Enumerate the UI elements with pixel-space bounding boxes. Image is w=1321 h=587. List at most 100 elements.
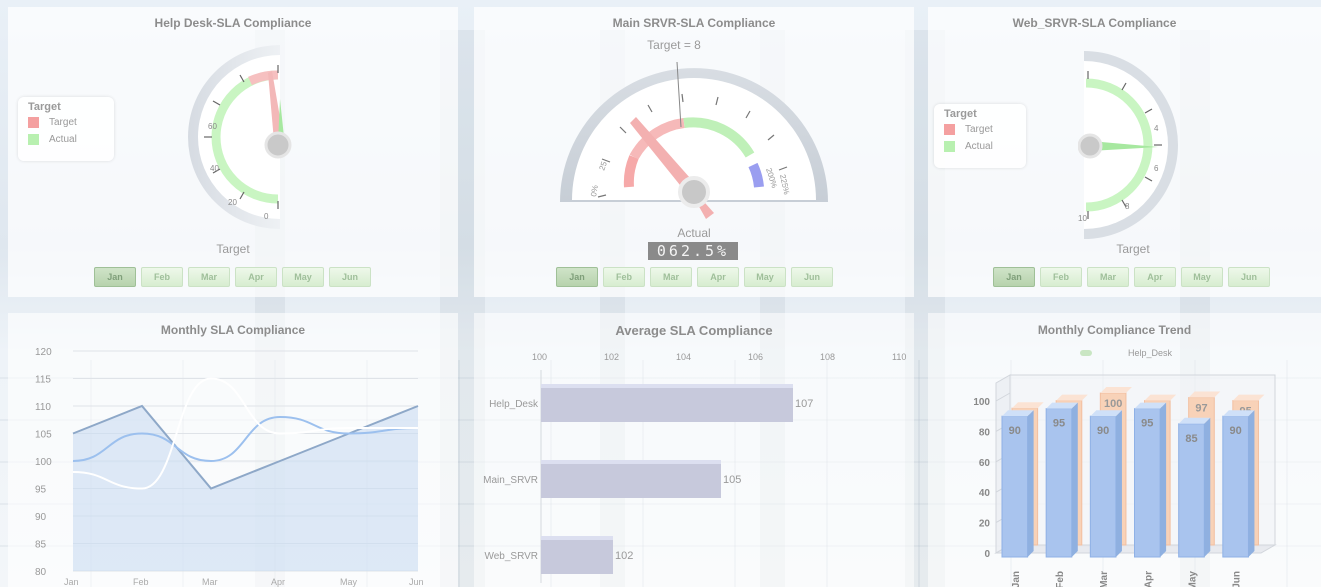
data-label: 102 <box>615 550 633 562</box>
month-button-may[interactable]: May <box>744 267 786 287</box>
x-tick-label: May <box>340 577 358 587</box>
x-tick-label: Feb <box>1055 571 1066 587</box>
y-tick-label: 110 <box>35 402 51 413</box>
bar <box>1045 408 1073 558</box>
month-button-mar[interactable]: Mar <box>1087 267 1129 287</box>
x-tick-label: 106 <box>748 352 763 362</box>
bar-side <box>1115 410 1122 557</box>
data-label: 95 <box>1141 418 1153 430</box>
y-tick-label: 95 <box>35 485 47 496</box>
help-desk-title: Help Desk-SLA Compliance <box>154 16 312 30</box>
month-button-jun[interactable]: Jun <box>329 267 371 287</box>
help-desk-caption: Target <box>216 242 250 256</box>
bar-side <box>1160 402 1167 557</box>
compliance-trend-panel: Monthly Compliance Trend Help_Desk 0 20 40… <box>928 313 1321 587</box>
bar-side <box>1027 410 1034 557</box>
month-button-feb[interactable]: Feb <box>1040 267 1082 287</box>
main-srvr-gauge-panel: Main SRVR-SLA Compliance Target = 8 0% 2… <box>474 7 914 297</box>
legend-item-actual: Actual <box>944 141 1016 152</box>
y-tick-label: 80 <box>35 567 47 578</box>
data-label: 105 <box>723 474 741 486</box>
month-button-jan[interactable]: Jan <box>94 267 136 287</box>
y-tick-label: 90 <box>35 512 47 523</box>
legend-item-actual: Actual <box>28 134 104 145</box>
average-sla-bar-chart: 100 102 104 106 108 110 Help_Desk 107 Main_SRVR 1… <box>483 352 906 583</box>
bar <box>1089 415 1117 558</box>
help-desk-month-selector: Jan Feb Mar Apr May Jun <box>94 267 371 287</box>
x-tick-label: Apr <box>1143 571 1154 587</box>
bar-side <box>1248 410 1255 557</box>
y-tick-label: 40 <box>979 488 991 499</box>
y-tick-label: 20 <box>979 519 991 530</box>
legend-title: Target <box>28 101 61 113</box>
data-label: 100 <box>1104 398 1122 410</box>
gauge-label: 8 <box>1125 202 1130 211</box>
data-label: 90 <box>1009 425 1021 437</box>
web-srvr-gauge-panel: Web_SRVR-SLA Compliance Target Target Ac… <box>928 7 1321 297</box>
month-button-mar[interactable]: Mar <box>188 267 230 287</box>
category-label: Help_Desk <box>489 399 539 410</box>
x-tick-label: Jun <box>1232 571 1243 587</box>
data-label: 85 <box>1185 433 1197 445</box>
gauge-label: 6 <box>1154 164 1159 173</box>
month-button-apr[interactable]: Apr <box>697 267 739 287</box>
y-tick-label: 100 <box>973 397 990 408</box>
x-tick-label: 104 <box>676 352 691 362</box>
data-label: 90 <box>1097 425 1109 437</box>
bar-highlight <box>541 536 613 540</box>
x-tick-label: May <box>1187 571 1198 587</box>
month-button-jan[interactable]: Jan <box>556 267 598 287</box>
help-desk-gauge: 0 20 40 60 <box>188 45 292 229</box>
x-tick-label: Feb <box>133 577 149 587</box>
gauge-label: 20 <box>228 198 237 207</box>
x-tick-label: Mar <box>1099 571 1110 587</box>
web-srvr-gauge: 10 8 6 4 <box>1078 51 1178 239</box>
month-button-jun[interactable]: Jun <box>791 267 833 287</box>
month-button-mar[interactable]: Mar <box>650 267 692 287</box>
y-tick-label: 85 <box>35 540 47 551</box>
category-label: Main_SRVR <box>483 475 538 486</box>
web-srvr-title: Web_SRVR-SLA Compliance <box>1012 16 1177 30</box>
y-tick-label: 80 <box>979 427 991 438</box>
web-srvr-legend: Target Target Actual <box>934 104 1026 168</box>
x-tick-label: Jan <box>1011 571 1022 587</box>
x-tick-label: 102 <box>604 352 619 362</box>
month-button-may[interactable]: May <box>282 267 324 287</box>
legend-item-target: Target <box>28 117 104 128</box>
gauge-label: 40 <box>210 164 219 173</box>
y-tick-label: 115 <box>35 375 51 386</box>
bar-side <box>1071 402 1078 557</box>
month-button-feb[interactable]: Feb <box>141 267 183 287</box>
gauge-label: 60 <box>208 122 217 131</box>
series-area <box>73 406 418 571</box>
main-srvr-readout: 062.5% <box>648 242 738 260</box>
month-button-apr[interactable]: Apr <box>1134 267 1176 287</box>
help-desk-legend: Target Target Actual <box>18 97 114 161</box>
main-srvr-title: Main SRVR-SLA Compliance <box>612 16 776 30</box>
month-button-apr[interactable]: Apr <box>235 267 277 287</box>
data-label: 90 <box>1230 425 1242 437</box>
gauge-label: 0 <box>264 212 269 221</box>
month-button-jun[interactable]: Jun <box>1228 267 1270 287</box>
average-sla-panel: Average SLA Compliance 100 102 104 106 108 11… <box>474 313 914 587</box>
month-button-feb[interactable]: Feb <box>603 267 645 287</box>
gauge-label: 4 <box>1154 124 1159 133</box>
month-button-may[interactable]: May <box>1181 267 1223 287</box>
web-srvr-month-selector: Jan Feb Mar Apr May Jun <box>993 267 1270 287</box>
data-label: 97 <box>1195 403 1207 415</box>
x-tick-label: Jun <box>409 577 424 587</box>
y-tick-label: 120 <box>35 347 52 358</box>
category-label: Web_SRVR <box>484 551 538 562</box>
bar <box>1001 415 1029 558</box>
main-srvr-caption: Actual <box>677 226 711 240</box>
help-desk-gauge-panel: Help Desk-SLA Compliance Target Target A… <box>8 7 458 297</box>
trend-column-chart: 0204060801009090Jan9595Feb10090Mar9595Ap… <box>973 374 1277 587</box>
bar-highlight <box>541 460 721 464</box>
monthly-sla-panel: Monthly SLA Compliance 80 85 90 95 100 105 110… <box>8 313 458 587</box>
bar <box>541 460 721 498</box>
monthly-sla-line-chart: 80 85 90 95 100 105 110 115 120 Jan Feb Mar Apr May Ju… <box>35 347 424 587</box>
bar <box>541 384 793 422</box>
main-srvr-month-selector: Jan Feb Mar Apr May Jun <box>556 267 833 287</box>
gauge-label: 10 <box>1078 214 1087 223</box>
month-button-jan[interactable]: Jan <box>993 267 1035 287</box>
